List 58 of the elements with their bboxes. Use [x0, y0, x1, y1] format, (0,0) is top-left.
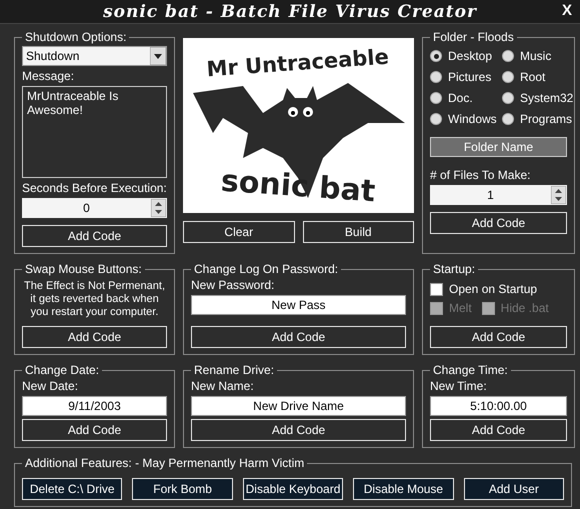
panel-title: Change Time: [432, 363, 509, 377]
radio-option[interactable]: Desktop [430, 49, 502, 63]
radio-option[interactable]: Music [502, 49, 574, 63]
radio-option[interactable]: Pictures [430, 70, 502, 84]
add-code-button[interactable]: Add Code [22, 225, 167, 247]
add-code-button[interactable]: Add Code [22, 419, 167, 441]
field-label: New Password: [191, 278, 276, 292]
checkbox: Melt [430, 301, 472, 315]
panel-title: Rename Drive: [193, 363, 276, 377]
panel-title: Shutdown Options: [24, 30, 128, 44]
radio-option[interactable]: Windows [430, 112, 502, 126]
bat-logo: Mr Untraceable sonic bat [183, 38, 414, 213]
text-field[interactable]: 9/11/2003 [22, 396, 167, 416]
add-code-button[interactable]: Add Code [22, 326, 167, 348]
field-label: Message: [22, 69, 76, 83]
action-button[interactable]: Build [302, 221, 414, 243]
folder-name-button[interactable]: Folder Name [430, 137, 567, 157]
add-code-button[interactable]: Add Code [430, 419, 567, 441]
spinner-arrows-icon[interactable] [151, 199, 166, 217]
radio-option[interactable]: Doc. [430, 91, 502, 105]
add-code-button[interactable]: Add Code [191, 419, 406, 441]
action-button[interactable]: Clear [183, 221, 294, 243]
radio-option[interactable]: Root [502, 70, 574, 84]
message-field[interactable]: MrUntraceable Is Awesome! [22, 86, 167, 178]
radio-option[interactable]: System32 [502, 91, 574, 105]
field-label: New Time: [430, 379, 488, 393]
field-label: New Name: [191, 379, 255, 393]
add-code-button[interactable]: Add Code [191, 326, 406, 348]
close-button[interactable]: X [560, 2, 574, 19]
text-field[interactable]: New Drive Name [191, 396, 406, 416]
warning-text: The Effect is Not Permenant, it gets reverted back when you restart your computer. [22, 280, 166, 319]
checkbox: Hide .bat [482, 301, 549, 315]
field-label: Seconds Before Execution: [22, 181, 167, 195]
window-title: sonic bat - Batch File Virus Creator [103, 2, 477, 22]
dropdown-arrow-icon [150, 47, 166, 65]
feature-button[interactable]: Fork Bomb [132, 478, 233, 500]
panel-title: Change Date: [24, 363, 100, 377]
field-label: New Date: [22, 379, 80, 393]
panel-title: Change Log On Password: [193, 262, 340, 276]
add-code-button[interactable]: Add Code [430, 326, 567, 348]
text-field[interactable]: 5:10:00.00 [430, 396, 567, 416]
feature-button[interactable]: Disable Keyboard [242, 478, 344, 500]
panel-title: Additional Features: - May Permenantly Harm Victim [24, 456, 306, 470]
text-field[interactable]: New Pass [191, 295, 406, 315]
seconds-spinner[interactable]: 0 [22, 198, 167, 218]
field-label: # of Files To Make: [430, 168, 532, 182]
spinner-arrows-icon[interactable] [551, 186, 566, 204]
radio-option[interactable]: Programs [502, 112, 574, 126]
add-code-button[interactable]: Add Code [430, 212, 567, 234]
shutdown-dropdown[interactable]: Shutdown [22, 46, 167, 66]
feature-button[interactable]: Add User [464, 478, 564, 500]
panel-title: Folder - Floods [432, 30, 515, 44]
files-spinner[interactable]: 1 [430, 185, 567, 205]
panel-title: Swap Mouse Buttons: [24, 262, 143, 276]
feature-button[interactable]: Disable Mouse [353, 478, 454, 500]
feature-button[interactable]: Delete C:\ Drive [22, 478, 122, 500]
panel-title: Startup: [432, 262, 476, 276]
checkbox[interactable]: Open on Startup [430, 282, 538, 296]
